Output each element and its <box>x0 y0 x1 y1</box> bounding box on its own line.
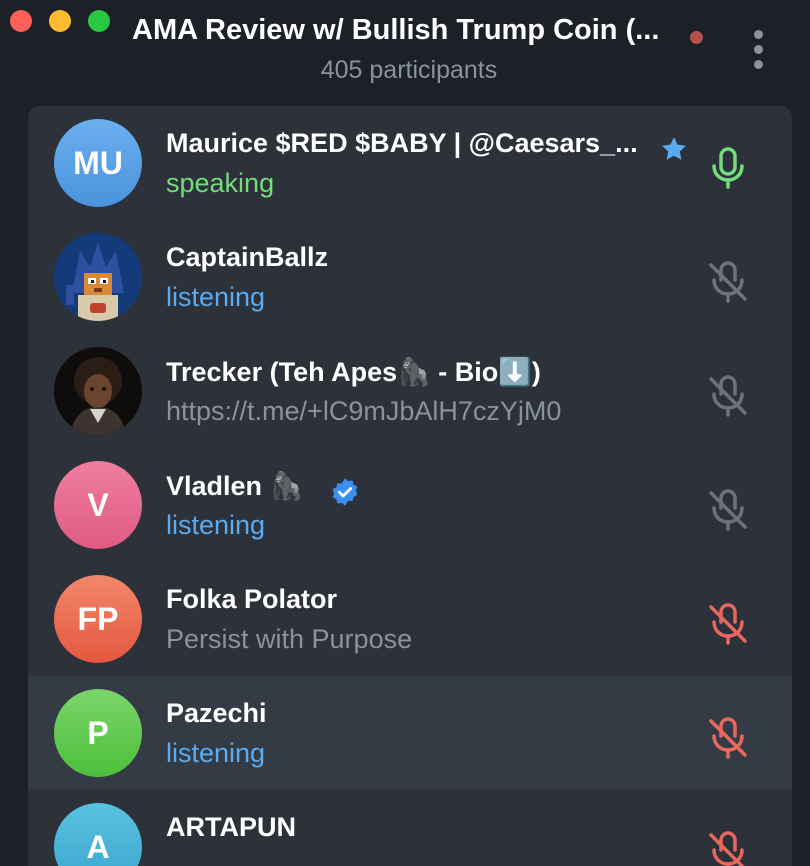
participant-name: Vladlen 🦍 <box>166 471 304 501</box>
participant-name: Folka Polator <box>166 584 338 614</box>
avatar-image <box>54 347 142 435</box>
portrait-avatar <box>54 347 142 435</box>
participant-row[interactable]: FP Folka Polator Persist with Purpose <box>28 562 792 676</box>
participant-row[interactable]: P Pazechi listening <box>28 676 792 790</box>
mic-active-icon[interactable] <box>704 144 752 192</box>
participant-name: Pazechi <box>166 698 267 728</box>
participant-row[interactable]: V Vladlen 🦍 listening <box>28 448 792 562</box>
participant-row[interactable]: Trecker (Teh Apes🦍 - Bio⬇️) https://t.me… <box>28 334 792 448</box>
participant-row[interactable]: A ARTAPUN <box>28 790 792 866</box>
live-indicator-dot <box>690 31 703 44</box>
mic-muted-red-icon[interactable] <box>704 828 752 866</box>
dot-icon <box>754 45 763 54</box>
participant-name: CaptainBallz <box>166 242 329 272</box>
participant-name: Maurice $RED $BABY | @Caesars_... <box>166 128 638 158</box>
participant-status: listening <box>166 282 266 312</box>
participant-status: listening <box>166 510 266 540</box>
mic-muted-red-icon[interactable] <box>704 714 752 762</box>
minimize-window-button[interactable] <box>49 10 71 32</box>
zoom-window-button[interactable] <box>88 10 110 32</box>
title-bar: AMA Review w/ Bullish Trump Coin (... 40… <box>0 0 810 100</box>
pixel-art-avatar <box>54 233 142 321</box>
participant-status: speaking <box>166 168 275 198</box>
participants-list[interactable]: MU Maurice $RED $BABY | @Caesars_... spe… <box>28 106 792 866</box>
mic-muted-icon[interactable] <box>704 372 752 420</box>
mic-muted-icon[interactable] <box>704 486 752 534</box>
avatar: FP <box>54 575 142 663</box>
avatar-image <box>54 233 142 321</box>
avatar: MU <box>54 119 142 207</box>
participant-name: ARTAPUN <box>166 812 296 842</box>
avatar: A <box>54 803 142 866</box>
participant-count: 405 participants <box>320 56 498 84</box>
dot-icon <box>754 30 763 39</box>
dot-icon <box>754 60 763 69</box>
voice-chat-title: AMA Review w/ Bullish Trump Coin (... <box>132 14 660 46</box>
participant-bio: Persist with Purpose <box>166 624 413 654</box>
avatar: V <box>54 461 142 549</box>
participant-bio-link: https://t.me/+lC9mJbAlH7czYjM0 <box>166 396 562 426</box>
verified-icon <box>332 478 358 506</box>
mic-muted-icon[interactable] <box>704 258 752 306</box>
close-window-button[interactable] <box>10 10 32 32</box>
more-options-button[interactable] <box>745 30 773 72</box>
mic-muted-red-icon[interactable] <box>704 600 752 648</box>
participant-row[interactable]: CaptainBallz listening <box>28 220 792 334</box>
participant-name: Trecker (Teh Apes🦍 - Bio⬇️) <box>166 357 541 387</box>
participant-status: listening <box>166 738 266 768</box>
star-icon <box>662 137 686 160</box>
avatar: P <box>54 689 142 777</box>
participant-row[interactable]: MU Maurice $RED $BABY | @Caesars_... spe… <box>28 106 792 220</box>
